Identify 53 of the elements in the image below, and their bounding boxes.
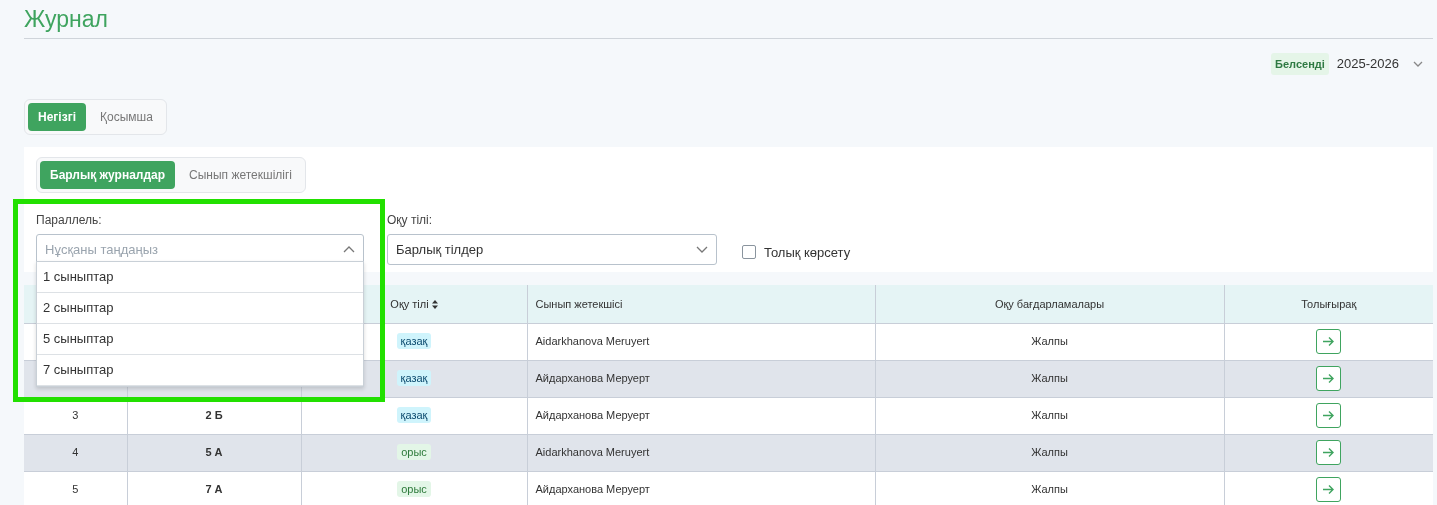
arrow-right-icon <box>1322 336 1336 348</box>
year-select[interactable]: 2025-2026 <box>1336 54 1399 74</box>
arrow-right-icon <box>1322 373 1336 385</box>
column-header: Толығырақ <box>1301 297 1357 310</box>
language-tag: орыс <box>397 444 431 461</box>
arrow-right-icon <box>1322 447 1336 459</box>
field-label: Оқу тілі: <box>387 212 434 230</box>
teacher-name: Айдарханова Меруерт <box>535 372 650 385</box>
page-title: Журнал <box>24 6 1433 39</box>
open-button[interactable] <box>1316 440 1342 466</box>
select-field[interactable]: Барлық тілдер <box>387 234 717 266</box>
language-tag: қазақ <box>396 407 432 424</box>
tab[interactable]: Сынып жетекшілігі <box>179 161 303 190</box>
checkbox-label: Толық көрсету <box>764 243 851 262</box>
program-name: Жалпы <box>1031 446 1068 459</box>
column-header: Оқу бағдарламалары <box>994 297 1105 310</box>
open-button[interactable] <box>1316 366 1342 392</box>
class-name: 2 Б <box>205 409 223 422</box>
chevron-up-icon <box>343 246 355 254</box>
teacher-name: Айдарханова Меруерт <box>535 409 650 422</box>
class-name: 5 А <box>205 446 223 459</box>
dropdown-item[interactable]: 7 сыныптар <box>37 355 363 387</box>
column-header: Сынып жетекшісі <box>535 297 623 310</box>
dropdown-item[interactable]: 5 сыныптар <box>37 324 363 356</box>
column-header: Оқу тілі <box>390 297 429 310</box>
program-name: Жалпы <box>1031 409 1068 422</box>
tab[interactable]: Қосымша <box>89 103 163 132</box>
open-button[interactable] <box>1316 329 1342 355</box>
class-name: 7 А <box>205 483 223 496</box>
open-button[interactable] <box>1316 403 1342 429</box>
language-tag: қазақ <box>396 333 432 350</box>
row-number: 3 <box>72 409 79 422</box>
chevron-down-icon <box>1413 60 1423 67</box>
checkbox[interactable] <box>742 245 756 260</box>
arrow-right-icon <box>1322 484 1336 496</box>
language-tag: орыс <box>397 481 431 498</box>
status-badge: Белсенді <box>1271 52 1329 76</box>
dropdown-item[interactable]: 1 сыныптар <box>37 262 363 294</box>
program-name: Жалпы <box>1031 483 1068 496</box>
dropdown-item[interactable]: 2 сыныптар <box>37 293 363 325</box>
teacher-name: Aidarkhanova Meruyert <box>535 446 650 459</box>
program-name: Жалпы <box>1031 335 1068 348</box>
row-number: 4 <box>72 446 79 459</box>
open-button[interactable] <box>1316 477 1342 503</box>
teacher-name: Айдарханова Меруерт <box>535 483 650 496</box>
row-number: 5 <box>72 483 79 496</box>
chevron-down-icon <box>696 246 708 254</box>
language-tag: қазақ <box>396 370 432 387</box>
arrow-right-icon <box>1322 410 1336 422</box>
field-label: Параллель: <box>36 212 103 230</box>
sort-icon[interactable] <box>431 300 438 310</box>
teacher-name: Aidarkhanova Meruyert <box>535 335 650 348</box>
program-name: Жалпы <box>1031 372 1068 385</box>
